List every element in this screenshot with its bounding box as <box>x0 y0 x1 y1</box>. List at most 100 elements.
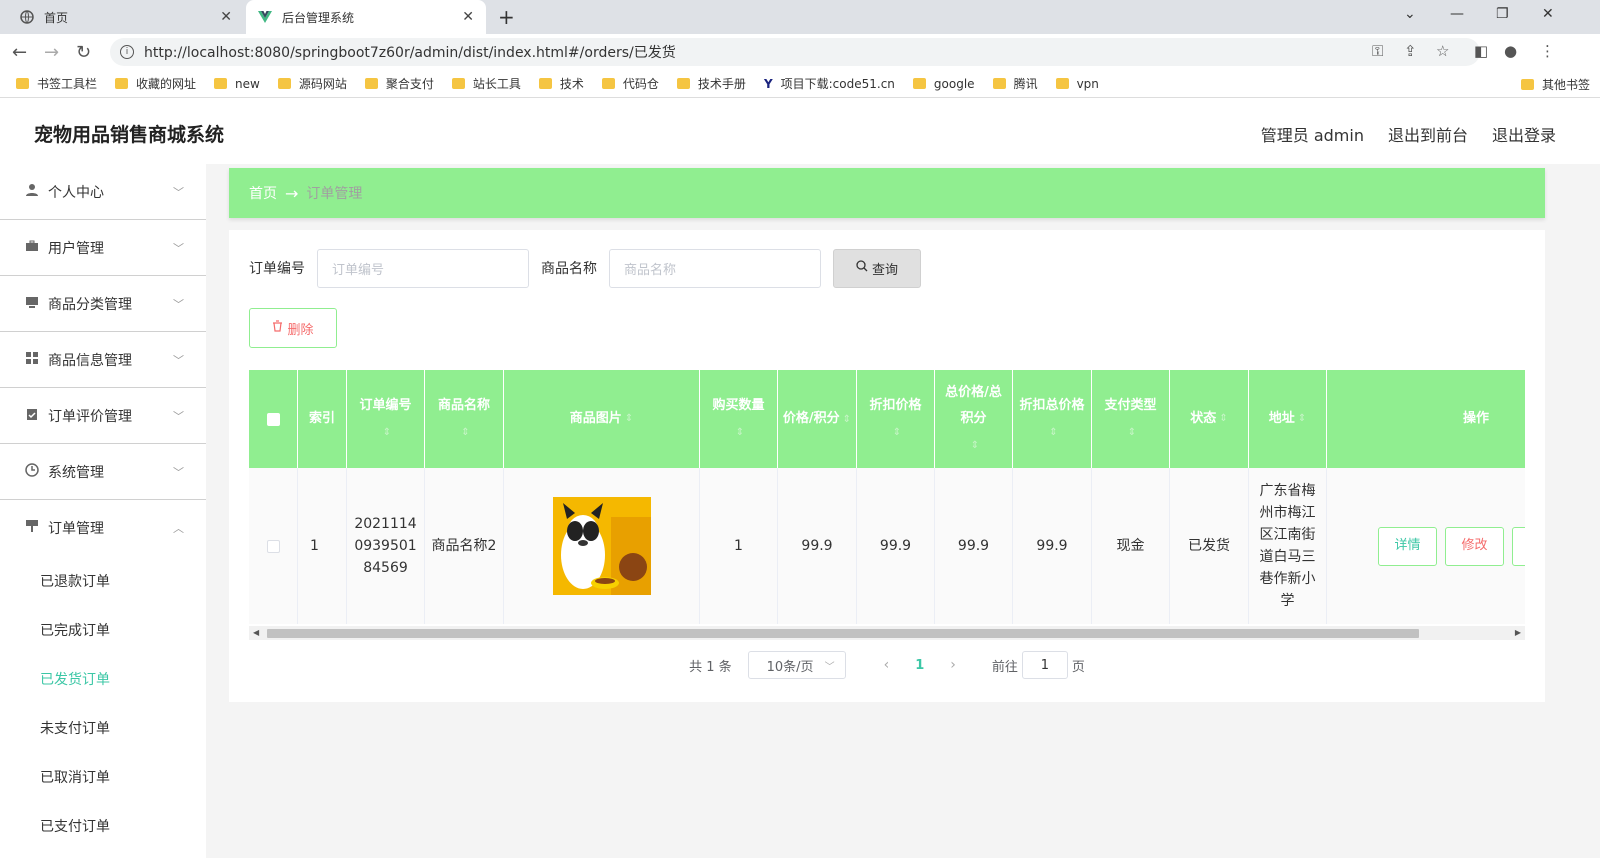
delete-button[interactable]: 删除 <box>249 308 337 348</box>
sort-icon: ⇕ <box>382 426 392 438</box>
next-page-icon[interactable]: › <box>950 657 956 673</box>
goto-suffix: 页 <box>1071 659 1085 675</box>
header-actions: 管理员 admin 退出到前台 退出登录 <box>1237 122 1556 146</box>
bookmark-item[interactable]: 腾讯 <box>992 75 1038 92</box>
back-to-front-link[interactable]: 退出到前台 <box>1388 122 1468 146</box>
detail-button[interactable]: 详情 <box>1378 526 1437 566</box>
logout-link[interactable]: 退出登录 <box>1492 122 1556 146</box>
bookmark-item[interactable]: 源码网站 <box>277 75 347 92</box>
sort-icon: ⇕ <box>735 426 745 438</box>
bookmark-item[interactable]: 聚合支付 <box>364 75 434 92</box>
sidebar-item-category[interactable]: 商品分类管理 ﹀ <box>0 276 206 332</box>
sidepanel-icon[interactable]: ◧ <box>1474 42 1488 60</box>
info-icon[interactable]: i <box>120 45 134 59</box>
bookmark-item[interactable]: vpn <box>1055 77 1099 91</box>
more-button[interactable] <box>1512 526 1525 566</box>
close-window-icon[interactable]: ✕ <box>1542 6 1554 22</box>
bookmark-item[interactable]: 代码仓 <box>601 75 659 92</box>
minimize-icon[interactable]: — <box>1450 6 1464 22</box>
restore-icon[interactable]: ❐ <box>1496 6 1509 22</box>
horizontal-scrollbar[interactable]: ◀ ▶ <box>249 626 1525 640</box>
forward-icon[interactable]: → <box>44 42 59 63</box>
folder-icon <box>1520 79 1534 90</box>
other-bookmarks[interactable]: 其他书签 <box>1520 76 1590 93</box>
cell-address: 广东省梅州市梅江区江南街道白马三巷作新小学 <box>1249 468 1327 624</box>
profile-icon[interactable]: ● <box>1504 42 1517 60</box>
bookmark-item[interactable]: new <box>214 77 260 91</box>
sidebar-subitem-refunded[interactable]: 已退款订单 <box>0 556 206 605</box>
table-row: 1 20211140939501 84569 商品名称2 1 99.9 99.9… <box>249 468 1525 624</box>
sidebar-subitem-shipped[interactable]: 已发货订单 <box>0 654 206 703</box>
bookmarks-bar: 书签工具栏 收藏的网址 new 源码网站 聚合支付 站长工具 技术 代码仓 技术… <box>0 70 1600 98</box>
bookmark-item[interactable]: google <box>912 77 975 91</box>
bookmark-item[interactable]: 收藏的网址 <box>115 75 196 92</box>
sidebar-item-review[interactable]: 订单评价管理 ﹀ <box>0 388 206 444</box>
sidebar-subitem-unpaid[interactable]: 未支付订单 <box>0 703 206 752</box>
chevron-down-icon: ﹀ <box>824 661 835 673</box>
sidebar-subitem-paid[interactable]: 已支付订单 <box>0 801 206 850</box>
prev-page-icon[interactable]: ‹ <box>884 657 890 673</box>
key-icon[interactable]: ⚿ <box>1372 42 1383 60</box>
grid-icon <box>24 351 40 369</box>
sidebar-item-users[interactable]: 用户管理 ﹀ <box>0 220 206 276</box>
star-icon[interactable]: ☆ <box>1436 42 1449 60</box>
page-number[interactable]: 1 <box>915 658 924 673</box>
order-no-input[interactable]: 订单编号 <box>317 248 529 288</box>
page-size-select[interactable]: 10条/页 ﹀ <box>747 651 846 679</box>
sidebar-item-profile[interactable]: 个人中心 ﹀ <box>0 164 206 220</box>
folder-icon <box>115 78 129 89</box>
tab-search-icon[interactable]: ⌄ <box>1404 6 1416 22</box>
col-address[interactable]: 地址 ⇕ <box>1249 370 1327 468</box>
sidebar-item-product[interactable]: 商品信息管理 ﹀ <box>0 332 206 388</box>
col-quantity[interactable]: 购买数量 ⇕ <box>700 370 778 468</box>
row-checkbox[interactable] <box>266 539 280 553</box>
col-order-no[interactable]: 订单编号 ⇕ <box>347 370 425 468</box>
flag-icon <box>24 519 40 537</box>
bookmark-item[interactable]: 书签工具栏 <box>16 75 97 92</box>
col-pay-type[interactable]: 支付类型 ⇕ <box>1092 370 1170 468</box>
close-icon[interactable]: ✕ <box>220 9 232 25</box>
new-tab-icon[interactable]: + <box>498 5 515 29</box>
back-icon[interactable]: ← <box>12 42 27 63</box>
bookmark-item[interactable]: 站长工具 <box>451 75 521 92</box>
sidebar-item-orders[interactable]: 订单管理 ︿ <box>0 500 206 556</box>
address-bar[interactable]: i http://localhost:8080/springboot7z60r/… <box>110 38 1480 66</box>
col-price[interactable]: 价格/积分 ⇕ <box>778 370 857 468</box>
cell-status: 已发货 <box>1170 468 1249 624</box>
share-icon[interactable]: ⇪ <box>1404 42 1417 60</box>
col-product-name[interactable]: 商品名称 ⇕ <box>425 370 504 468</box>
cell-order-no: 20211140939501 84569 <box>347 468 425 624</box>
bookmark-item[interactable]: 技术手册 <box>676 75 746 92</box>
bookmark-item[interactable]: 技术 <box>538 75 584 92</box>
col-discount-total[interactable]: 折扣总价格⇕ <box>1013 370 1092 468</box>
scroll-thumb[interactable] <box>267 629 1419 638</box>
edit-button[interactable]: 修改 <box>1445 526 1504 566</box>
col-status[interactable]: 状态 ⇕ <box>1170 370 1249 468</box>
breadcrumb-home[interactable]: 首页 <box>249 183 277 203</box>
order-no-label: 订单编号 <box>249 261 305 277</box>
close-icon[interactable]: ✕ <box>462 9 474 25</box>
col-discount-price[interactable]: 折扣价格 ⇕ <box>857 370 935 468</box>
app-title: 宠物用品销售商城系统 <box>34 124 225 146</box>
goto-page-input[interactable]: 1 <box>1021 651 1068 679</box>
clipboard-icon <box>24 407 40 425</box>
reload-icon[interactable]: ↻ <box>76 42 91 63</box>
browser-toolbar: ← → ↻ i http://localhost:8080/springboot… <box>0 34 1600 70</box>
menu-icon[interactable]: ⋮ <box>1540 42 1555 60</box>
search-form: 订单编号 订单编号 商品名称 商品名称 查询 <box>249 248 921 288</box>
browser-tab-admin[interactable]: 后台管理系统 ✕ <box>246 0 486 34</box>
sidebar-subitem-cancelled[interactable]: 已取消订单 <box>0 752 206 801</box>
sort-icon: ⇕ <box>1219 413 1228 424</box>
product-name-input[interactable]: 商品名称 <box>609 248 821 288</box>
scroll-left-icon[interactable]: ◀ <box>253 626 259 640</box>
scroll-right-icon[interactable]: ▶ <box>1515 626 1521 640</box>
col-product-image[interactable]: 商品图片 ⇕ <box>504 370 700 468</box>
sidebar-subitem-completed[interactable]: 已完成订单 <box>0 605 206 654</box>
query-button[interactable]: 查询 <box>833 248 921 288</box>
select-all-checkbox[interactable] <box>266 412 280 426</box>
col-total[interactable]: 总价格/总积分 ⇕ <box>935 370 1013 468</box>
browser-tab-home[interactable]: 首页 ✕ <box>8 0 244 34</box>
sidebar-item-system[interactable]: 系统管理 ﹀ <box>0 444 206 500</box>
product-name-label: 商品名称 <box>541 261 597 277</box>
bookmark-item[interactable]: Y 项目下载:code51.cn <box>764 75 895 92</box>
